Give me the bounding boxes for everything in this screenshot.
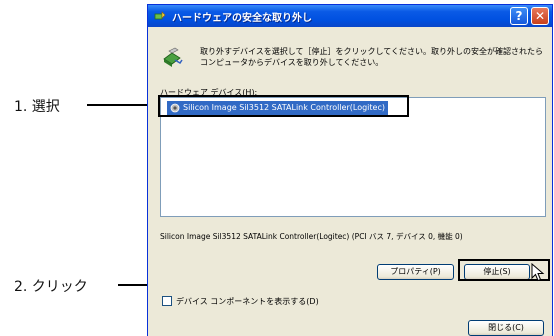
- mouse-pointer-icon: [531, 262, 547, 283]
- close-button[interactable]: 閉じる(C): [468, 320, 544, 336]
- help-button[interactable]: ?: [510, 7, 528, 25]
- window-close-button[interactable]: ✕: [531, 7, 549, 25]
- safely-remove-icon: [154, 10, 166, 22]
- properties-button[interactable]: プロパティ(P): [377, 264, 454, 280]
- show-components-checkbox[interactable]: [162, 296, 172, 306]
- show-components-label[interactable]: デバイス コンポーネントを表示する(D): [176, 296, 319, 307]
- hardware-card-icon: [161, 47, 183, 69]
- remove-hardware-dialog: ハードウェアの安全な取り外し ? ✕ 取り外すデバイスを選択して［停止］をクリッ…: [147, 4, 553, 336]
- instruction-text: 取り外すデバイスを選択して［停止］をクリックしてください。取り外しの安全が確認さ…: [200, 47, 544, 67]
- title-bar[interactable]: ハードウェアの安全な取り外し ? ✕: [148, 5, 552, 27]
- device-location-text: Silicon Image Sil3512 SATALink Controlle…: [160, 232, 463, 241]
- annotation-step1: 1. 選択: [14, 99, 60, 115]
- annotation-step2: 2. クリック: [14, 279, 88, 295]
- window-title: ハードウェアの安全な取り外し: [172, 13, 312, 24]
- selection-highlight-frame: [158, 95, 409, 117]
